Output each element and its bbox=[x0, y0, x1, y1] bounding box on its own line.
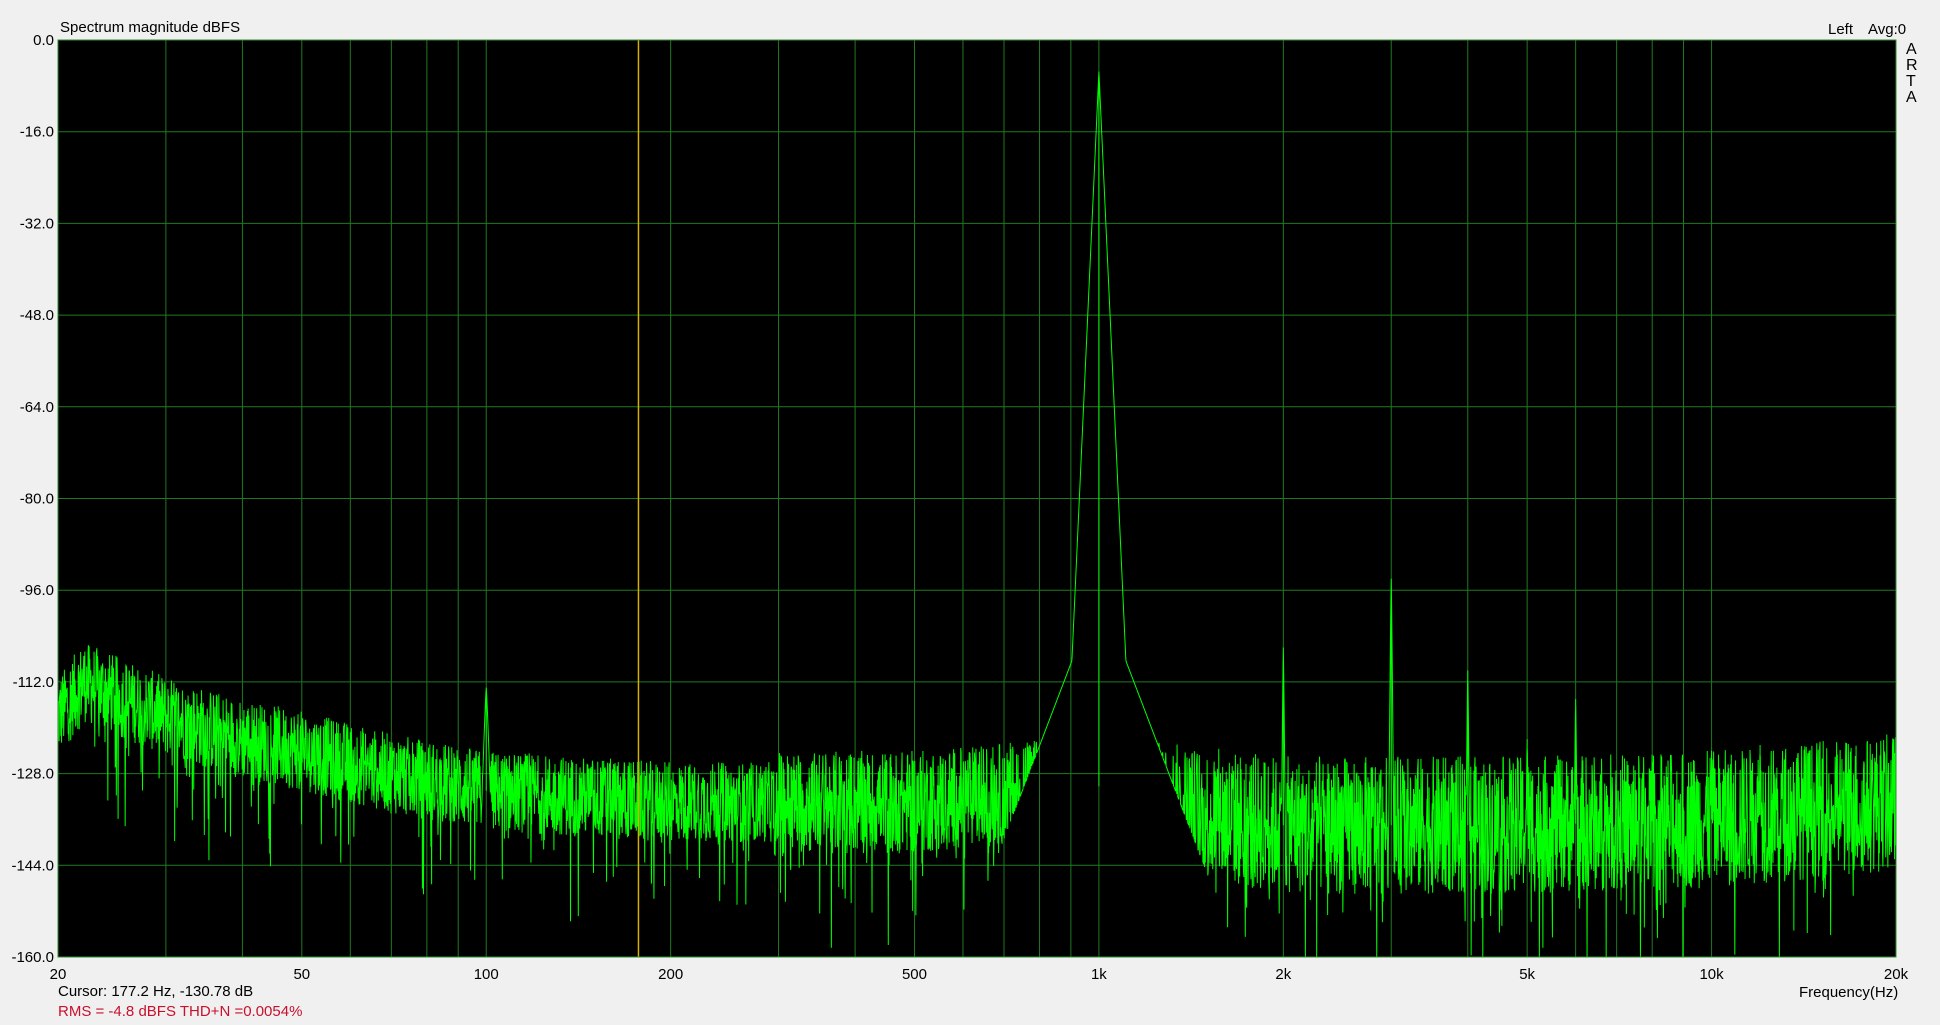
x-tick-label: 5k bbox=[1519, 966, 1535, 983]
y-axis-ticks: 0.0 -16.0 -32.0 -48.0 -64.0 -80.0 -96.0 -112.0 -… bbox=[11, 32, 54, 966]
y-tick-label: 0.0 bbox=[33, 32, 54, 49]
arta-letter: A bbox=[1906, 89, 1917, 106]
y-tick-label: -80.0 bbox=[20, 491, 54, 508]
x-tick-label: 10k bbox=[1699, 966, 1724, 983]
y-tick-label: -32.0 bbox=[20, 215, 54, 232]
y-tick-label: -64.0 bbox=[20, 399, 54, 416]
y-tick-label: -112.0 bbox=[13, 674, 54, 691]
x-axis-label: Frequency(Hz) bbox=[1799, 984, 1898, 1001]
x-tick-label: 50 bbox=[293, 966, 310, 983]
y-tick-label: -16.0 bbox=[20, 124, 54, 141]
arta-letter: A bbox=[1906, 41, 1917, 58]
rms-thd-readout: RMS = -4.8 dBFS THD+N =0.0054% bbox=[58, 1003, 302, 1020]
x-tick-label: 200 bbox=[658, 966, 683, 983]
arta-watermark: A R T A bbox=[1906, 41, 1918, 106]
arta-letter: R bbox=[1906, 57, 1918, 74]
cursor-readout: Cursor: 177.2 Hz, -130.78 dB bbox=[58, 983, 253, 1000]
x-tick-label: 1k bbox=[1091, 966, 1107, 983]
y-tick-label: -48.0 bbox=[20, 307, 54, 324]
spectrum-chart: Spectrum magnitude dBFS Left Avg:0 0.0 -1… bbox=[11, 19, 1918, 1020]
x-axis-ticks: 20 50 100 200 500 1k 2k 5k 10k 20k bbox=[50, 966, 1909, 983]
avg-label: Avg:0 bbox=[1868, 21, 1906, 38]
y-tick-label: -96.0 bbox=[20, 582, 54, 599]
y-tick-label: -160.0 bbox=[11, 949, 54, 966]
chart-title: Spectrum magnitude dBFS bbox=[60, 19, 240, 36]
x-tick-label: 100 bbox=[474, 966, 499, 983]
x-tick-label: 2k bbox=[1275, 966, 1291, 983]
x-tick-label: 20k bbox=[1884, 966, 1909, 983]
channel-label: Left bbox=[1828, 21, 1854, 38]
y-tick-label: -128.0 bbox=[11, 766, 54, 783]
y-tick-label: -144.0 bbox=[11, 857, 54, 874]
x-tick-label: 500 bbox=[902, 966, 927, 983]
arta-letter: T bbox=[1906, 73, 1916, 90]
x-tick-label: 20 bbox=[50, 966, 67, 983]
